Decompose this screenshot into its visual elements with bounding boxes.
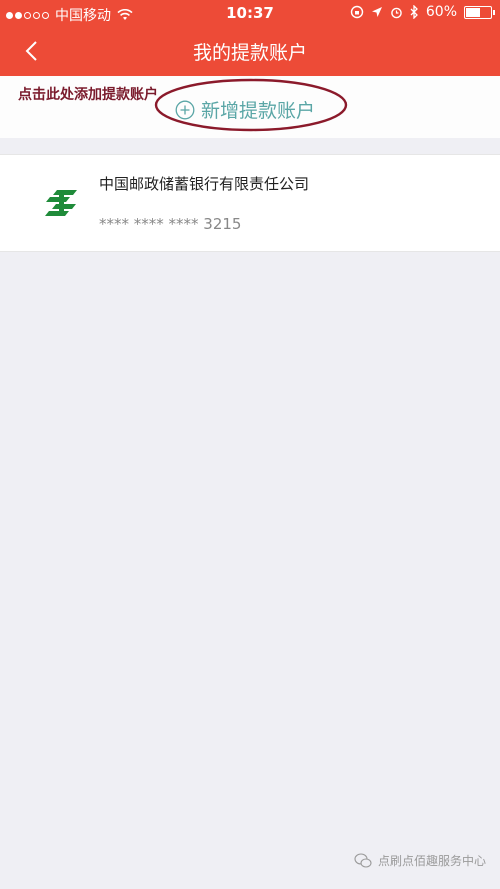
app-header: 中国移动 10:37 60% 我的提款账户 [0,0,500,76]
nav-bar: 我的提款账户 [0,26,500,76]
watermark: 点刷点佰趣服务中心 [354,852,486,869]
bluetooth-icon [410,5,418,19]
highlight-annotation-circle [154,78,348,132]
bank-account-item[interactable]: 中国邮政储蓄银行有限责任公司 **** **** **** 3215 [0,154,500,252]
battery-icon [464,5,495,19]
bank-name: 中国邮政储蓄银行有限责任公司 [99,175,310,193]
status-bar: 中国移动 10:37 60% [0,0,500,26]
rotation-lock-icon [350,5,364,19]
location-icon [371,7,382,17]
battery-level-fill [466,7,481,17]
wechat-icon [354,852,372,868]
alarm-icon [391,7,402,18]
status-right: 60% [350,4,495,20]
page-title: 我的提款账户 [192,42,307,64]
battery-percent: 60% [425,4,457,20]
watermark-text: 点刷点佰趣服务中心 [377,854,486,868]
postal-savings-bank-logo-icon [45,190,77,216]
add-account-hint: 点击此处添加提款账户 [18,87,158,103]
card-number: **** **** **** 3215 [99,215,242,233]
